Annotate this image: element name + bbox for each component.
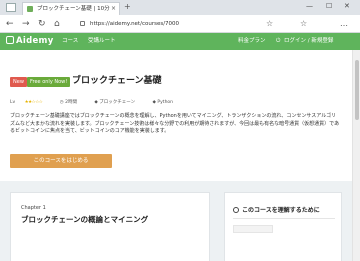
page-content: New Free only Now! ブロックチェーン基礎 Lv ★★☆☆☆ ◷…: [0, 50, 352, 261]
maximize-button[interactable]: ☐: [326, 2, 332, 10]
nav-login[interactable]: ログイン / 新規登録: [284, 33, 333, 50]
tab-bar: ブロックチェーン基礎 | 10分 × + — ☐ ✕: [0, 0, 360, 15]
favicon-icon: [27, 6, 33, 12]
url-field[interactable]: https://aidemy.net/courses/7000: [80, 18, 260, 30]
info-icon: [233, 207, 239, 213]
course-title: ブロックチェーン基礎: [72, 76, 162, 86]
reload-icon[interactable]: ↻: [38, 18, 46, 30]
home-icon[interactable]: ⌂: [54, 18, 60, 30]
free-badge: Free only Now!: [27, 77, 71, 87]
url-text: https://aidemy.net/courses/7000: [90, 21, 180, 27]
sidebar-card: このコースを理解するために: [224, 192, 342, 261]
nav-route[interactable]: 受講ルート: [88, 33, 116, 50]
new-tab-button[interactable]: +: [124, 2, 131, 12]
nav-pricing[interactable]: 料金プラン: [238, 33, 266, 50]
chapter-title: ブロックチェーンの概論とマイニング: [21, 215, 149, 224]
tab-close-icon[interactable]: ×: [111, 3, 116, 15]
sidebar-placeholder: [233, 225, 273, 233]
course-description: ブロックチェーン基礎講座ではブロックチェーンの概念を理解し、Pythonを用いて…: [10, 113, 340, 134]
course-meta: Lv ★★☆☆☆ ◷ 2時間 ◆ ブロックチェーン ◆ Python: [10, 99, 189, 106]
nav-courses[interactable]: コース: [62, 33, 78, 50]
rating-stars: ★★☆☆☆: [24, 100, 43, 105]
page-scrollbar[interactable]: [352, 50, 360, 261]
tab-active[interactable]: ブロックチェーン基礎 | 10分 ×: [22, 2, 120, 15]
tab-list-icon[interactable]: [6, 3, 16, 12]
new-badge: New: [10, 77, 27, 87]
address-bar-row: ← → ↻ ⌂ https://aidemy.net/courses/7000 …: [0, 15, 360, 33]
chapter-panel: Chapter 1 ブロックチェーンの概論とマイニング このコースを理解するため…: [0, 181, 352, 261]
start-course-button[interactable]: このコースをはじめる: [10, 154, 112, 168]
sidebar-heading: このコースを理解するために: [233, 205, 320, 214]
chapter-label: Chapter 1: [21, 205, 46, 211]
back-icon[interactable]: ←: [6, 18, 14, 30]
level-label: Lv ★★☆☆☆: [10, 100, 43, 105]
site-header: Aidemy コース 受講ルート 料金プラン ⏻ ログイン / 新規登録: [0, 33, 360, 50]
login-icon: ⏻: [276, 38, 281, 44]
chapter-card[interactable]: Chapter 1 ブロックチェーンの概論とマイニング: [10, 192, 210, 261]
duration: ◷ 2時間: [59, 100, 77, 105]
favorites-icon[interactable]: ☆: [300, 18, 307, 30]
logo-text: Aidemy: [16, 36, 54, 46]
close-window-button[interactable]: ✕: [344, 2, 350, 10]
tag-python: ◆ Python: [152, 100, 174, 105]
forward-icon[interactable]: →: [22, 18, 30, 30]
reading-view-icon[interactable]: ☆: [266, 18, 273, 30]
minimize-button[interactable]: —: [306, 2, 313, 10]
logo-mark-icon: [6, 36, 14, 44]
tag-blockchain: ◆ ブロックチェーン: [94, 100, 136, 105]
more-menu-icon[interactable]: …: [340, 18, 348, 30]
tab-title: ブロックチェーン基礎 | 10分: [37, 6, 110, 12]
scrollbar-thumb[interactable]: [355, 60, 359, 120]
site-logo[interactable]: Aidemy: [6, 35, 54, 48]
browser-window: ブロックチェーン基礎 | 10分 × + — ☐ ✕ ← → ↻ ⌂ https…: [0, 0, 360, 261]
lock-icon: [80, 21, 85, 26]
sidebar-divider: [233, 218, 335, 219]
